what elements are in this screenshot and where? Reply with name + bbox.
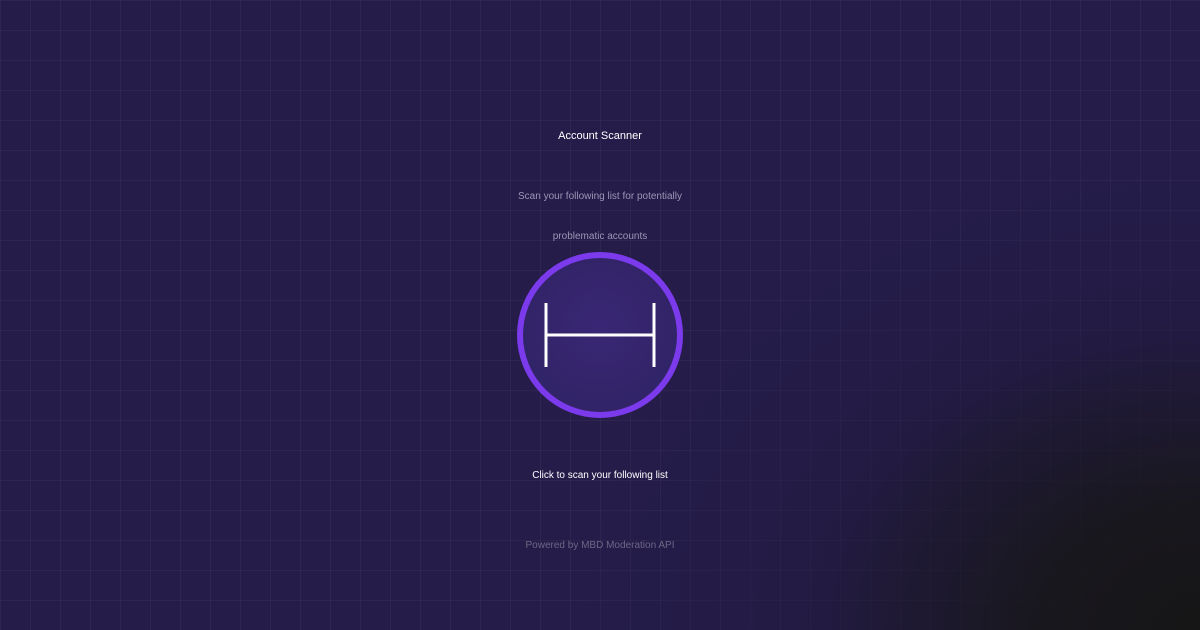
subtitle-line-2: problematic accounts bbox=[552, 231, 648, 242]
account-scanner-frame: Account Scanner Scan your following list… bbox=[0, 0, 1200, 630]
h-bar-icon bbox=[544, 303, 656, 367]
scan-cta-text[interactable]: Click to scan your following list bbox=[0, 469, 1200, 483]
subtitle-line-1: Scan your following list for potentially bbox=[518, 191, 682, 202]
footer-credit: Powered by MBD Moderation API bbox=[525, 540, 675, 551]
scan-button[interactable] bbox=[517, 252, 683, 418]
page-title: Account Scanner bbox=[558, 130, 642, 142]
